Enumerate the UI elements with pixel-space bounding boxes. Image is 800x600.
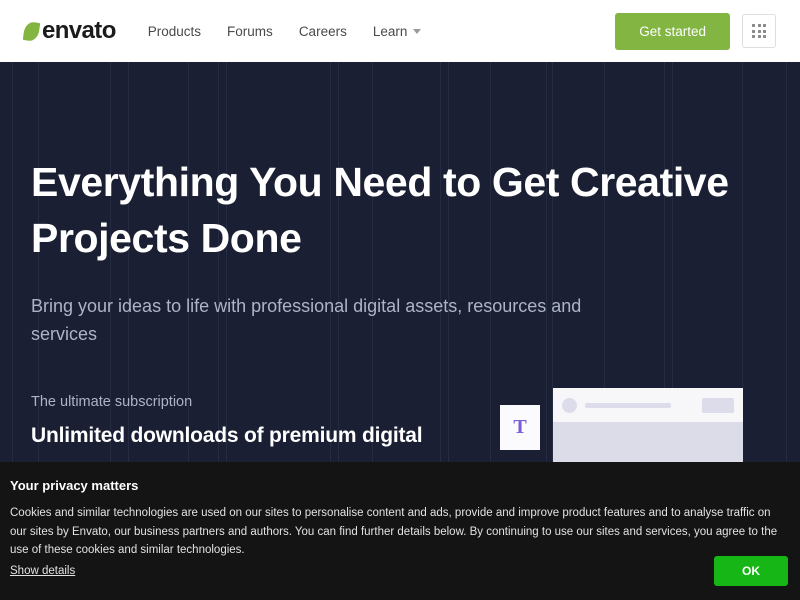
cookie-banner-actions: Show details OK bbox=[10, 556, 788, 586]
nav-item-learn[interactable]: Learn bbox=[373, 24, 422, 39]
page-root: envato Products Forums Careers Learn Get… bbox=[0, 0, 800, 600]
accept-cookies-button[interactable]: OK bbox=[714, 556, 788, 586]
nav-item-careers[interactable]: Careers bbox=[299, 24, 347, 39]
header-actions: Get started bbox=[615, 12, 776, 50]
show-details-link[interactable]: Show details bbox=[10, 565, 75, 577]
hero-section: T Everything You Need to Get Creative Pr… bbox=[0, 62, 800, 472]
hero-subheading: Bring your ideas to life with profession… bbox=[31, 296, 582, 345]
grid-apps-icon bbox=[752, 24, 766, 38]
cookie-consent-banner: Your privacy matters Cookies and similar… bbox=[0, 462, 800, 600]
main-nav: Products Forums Careers Learn bbox=[148, 24, 422, 39]
leaf-icon bbox=[22, 20, 41, 42]
nav-label-products: Products bbox=[147, 23, 202, 39]
hero-content: Everything You Need to Get Creative Proj… bbox=[31, 154, 751, 448]
cookie-banner-title: Your privacy matters bbox=[10, 478, 139, 493]
nav-label-careers: Careers bbox=[298, 23, 347, 39]
page-title: Everything You Need to Get Creative Proj… bbox=[31, 159, 729, 262]
subscription-eyebrow: The ultimate subscription bbox=[31, 394, 193, 411]
nav-label-learn: Learn bbox=[372, 23, 408, 39]
logo-wordmark: envato bbox=[42, 17, 116, 44]
get-started-button[interactable]: Get started bbox=[615, 12, 730, 50]
nav-item-forums[interactable]: Forums bbox=[227, 24, 273, 39]
subscription-promo: Unlimited downloads of premium digital bbox=[31, 424, 423, 448]
cookie-banner-body: Cookies and similar technologies are use… bbox=[10, 507, 778, 557]
site-header: envato Products Forums Careers Learn Get… bbox=[0, 0, 800, 62]
chevron-down-icon bbox=[413, 28, 422, 34]
apps-menu-button[interactable] bbox=[742, 14, 776, 48]
nav-item-products[interactable]: Products bbox=[148, 24, 201, 39]
nav-label-forums: Forums bbox=[227, 23, 273, 39]
envato-logo[interactable]: envato bbox=[22, 17, 116, 44]
